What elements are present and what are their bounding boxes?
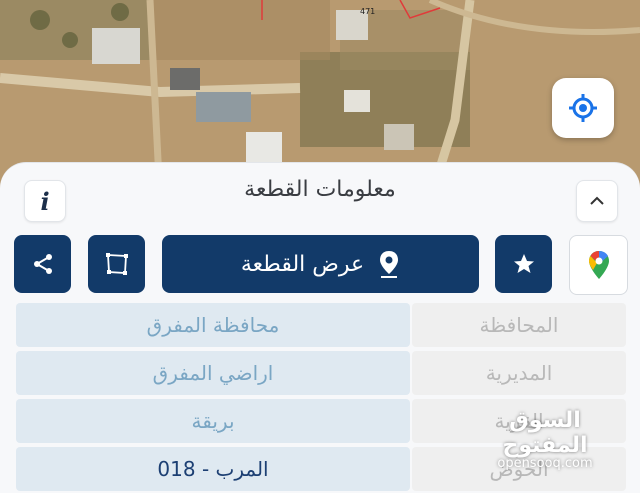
watermark-english: opensooq.com <box>497 456 593 471</box>
road-label: 471 <box>360 7 376 16</box>
detail-value: المرب - 018 <box>16 447 410 491</box>
watermark-arabic: السوق المفتوح <box>502 408 588 458</box>
crosshair-icon <box>569 94 597 122</box>
google-maps-button[interactable] <box>569 235 628 295</box>
detail-value: محافظة المفرق <box>16 303 410 347</box>
info-button[interactable]: i <box>24 180 66 222</box>
show-plot-label: عرض القطعة <box>240 251 365 277</box>
star-icon <box>513 254 534 273</box>
sheet-title: معلومات القطعة <box>244 177 396 202</box>
detail-row-directorate: اراضي المفرق المديرية <box>16 351 626 395</box>
collapse-button[interactable] <box>576 180 618 222</box>
detail-row-governorate: محافظة المفرق المحافظة <box>16 303 626 347</box>
show-plot-button[interactable]: عرض القطعة <box>162 235 479 293</box>
draw-polygon-button[interactable] <box>88 235 145 293</box>
locate-me-button[interactable] <box>552 78 614 138</box>
detail-label: المحافظة <box>412 303 626 347</box>
favorite-button[interactable] <box>495 235 552 293</box>
location-pin-icon <box>380 251 399 278</box>
opensooq-watermark: السوق المفتوح opensooq.com <box>470 408 620 471</box>
chevron-up-icon <box>590 196 604 205</box>
detail-label: المديرية <box>412 351 626 395</box>
share-icon <box>33 254 52 274</box>
share-button[interactable] <box>14 235 71 293</box>
polygon-icon <box>105 253 128 275</box>
info-icon: i <box>40 186 50 216</box>
detail-value: بريقة <box>16 399 410 443</box>
google-maps-icon <box>588 251 609 279</box>
detail-value: اراضي المفرق <box>16 351 410 395</box>
